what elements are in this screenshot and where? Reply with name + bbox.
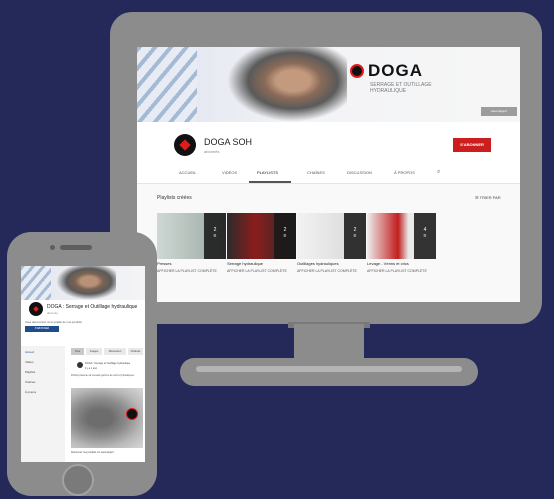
playlist-title[interactable]: Presses: [157, 261, 232, 266]
tab-accueil[interactable]: ACCUEIL: [179, 170, 196, 175]
mobile-nav-chaines[interactable]: Chaînes: [25, 380, 35, 384]
playlist-count-overlay: 2 ≡: [204, 213, 226, 259]
channel-tabs: ACCUEIL VIDÉOS PLAYLISTS CHAÎNES DISCUSS…: [137, 165, 520, 184]
playlist-view-link[interactable]: AFFICHER LA PLAYLIST COMPLÈTE: [227, 269, 302, 273]
subscribe-button[interactable]: S'ABONNER: [453, 138, 491, 152]
mobile-nav-accueil[interactable]: Accueil: [25, 350, 34, 354]
banner-worker-image: [227, 47, 347, 122]
phone-home-button: [62, 464, 94, 496]
playlist-title[interactable]: Outillages hydrauliques: [297, 261, 372, 266]
phone-speaker: [60, 245, 92, 250]
post-author[interactable]: DOGA : Serrage et Outillage hydraulique: [85, 362, 130, 365]
playlist-title[interactable]: Serrage hydraulique: [227, 261, 302, 266]
post-time: il y a 1 jour: [85, 367, 98, 370]
playlist-icon: ≡: [423, 233, 427, 239]
playlist-count-overlay: 2 ≡: [274, 213, 296, 259]
post-footer-text: Découvrez nos produits sur www.doga.fr: [71, 451, 114, 454]
mobile-subscribe-button[interactable]: S'ABONNER: [25, 326, 59, 332]
mobile-tab-chaines[interactable]: Chaînes: [128, 348, 143, 355]
mobile-tab-images[interactable]: Images: [86, 348, 102, 355]
mobile-banner-image: [56, 266, 116, 300]
mobile-nav-playlists[interactable]: Playlists: [25, 370, 35, 374]
playlist-count-overlay: 2 ≡: [344, 213, 366, 259]
mobile-subscriber-count: abonnés: [47, 311, 58, 315]
sort-label: TRIER PAR: [479, 195, 501, 200]
channel-banner: DOGA SERRAGE ET OUTILLAGE HYDRAULIQUE ww…: [137, 47, 520, 122]
mobile-tab-tous[interactable]: Tous: [71, 348, 84, 355]
banner-stripes: [137, 47, 197, 122]
section-title: Playlists créées: [157, 195, 192, 201]
post-author-avatar[interactable]: [77, 362, 83, 368]
banner-link-button[interactable]: www.doga.fr: [481, 107, 517, 116]
monitor-base-highlight: [196, 366, 462, 372]
post-text: DOGA présente sa nouvelle gamme de vérin…: [71, 374, 135, 377]
playlist-view-link[interactable]: AFFICHER LA PLAYLIST COMPLÈTE: [157, 269, 232, 273]
tab-a-propos[interactable]: À PROPOS: [394, 170, 415, 175]
tab-chaines[interactable]: CHAÎNES: [307, 170, 325, 175]
playlist-count-overlay: 4 ≡: [414, 213, 436, 259]
subscriber-count: abonnés: [204, 149, 220, 154]
phone-camera: [50, 245, 55, 250]
mobile-channel-title: DOGA : Serrage et Outillage hydraulique: [47, 304, 138, 310]
mobile-banner-stripes: [21, 266, 51, 300]
post-image-logo-icon: [126, 408, 138, 420]
tab-videos[interactable]: VIDÉOS: [222, 170, 237, 175]
tab-playlists[interactable]: PLAYLISTS: [257, 170, 278, 175]
mobile-channel-description: Vous découvrirez ici la qualité de nos p…: [25, 320, 82, 324]
doga-logo: DOGA: [350, 61, 450, 84]
monitor-neck: [294, 324, 364, 360]
logo-text: DOGA: [368, 61, 423, 80]
playlist-icon: ≡: [283, 233, 287, 239]
mobile-screen: DOGA : Serrage et Outillage hydraulique …: [21, 266, 145, 462]
search-icon[interactable]: ⌕: [437, 169, 440, 176]
playlist-view-link[interactable]: AFFICHER LA PLAYLIST COMPLÈTE: [297, 269, 372, 273]
playlist-view-link[interactable]: AFFICHER LA PLAYLIST COMPLÈTE: [367, 269, 442, 273]
tab-discussion[interactable]: DISCUSSION: [347, 170, 372, 175]
mobile-tab-discussion[interactable]: Discussion: [104, 348, 126, 355]
mobile-nav-videos[interactable]: Vidéos: [25, 360, 34, 364]
sort-button[interactable]: ☰ TRIER PAR: [475, 195, 501, 200]
desktop-screen: DOGA SERRAGE ET OUTILLAGE HYDRAULIQUE ww…: [137, 47, 520, 302]
mobile-nav-a-propos[interactable]: À propos: [25, 390, 36, 394]
playlist-title[interactable]: Levage - Vérins et crics: [367, 261, 442, 266]
mobile-nav: Accueil Vidéos Playlists Chaînes À propo…: [21, 346, 65, 462]
banner-tagline: SERRAGE ET OUTILLAGE HYDRAULIQUE: [370, 82, 432, 94]
mobile-banner: [21, 266, 145, 300]
playlist-icon: ≡: [353, 233, 357, 239]
monitor-base: [180, 358, 478, 386]
logo-mark-icon: [350, 64, 364, 78]
playlist-icon: ≡: [213, 233, 217, 239]
active-tab-indicator: [249, 181, 291, 183]
channel-name: DOGA SOH: [204, 137, 253, 147]
